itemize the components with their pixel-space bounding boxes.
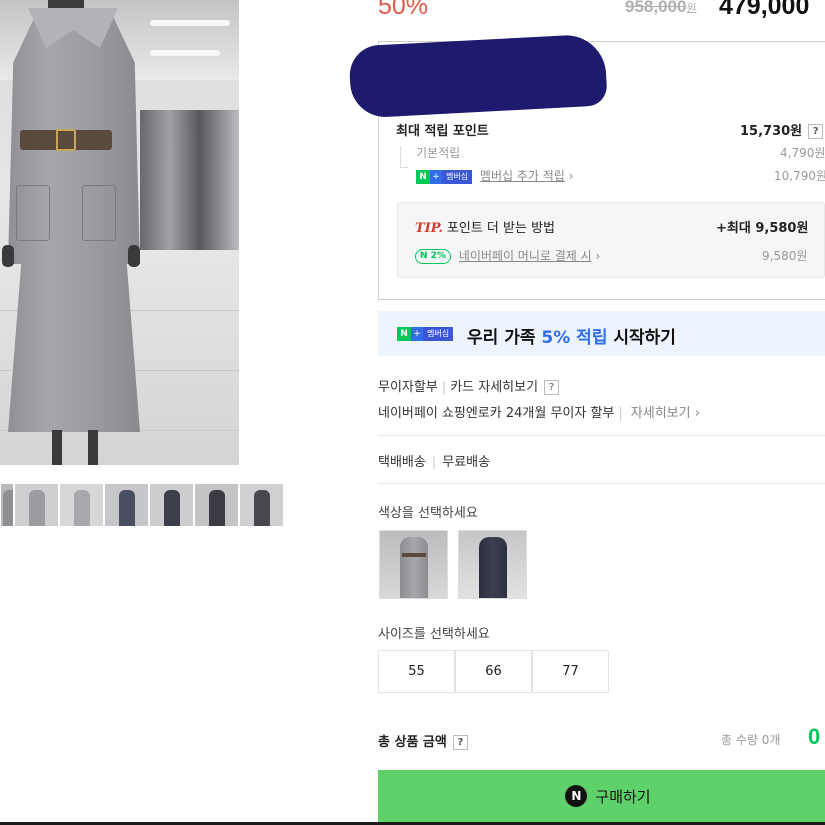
membership-points-value: 10,790원: [774, 169, 825, 183]
color-select-label: 색상을 선택하세요: [378, 506, 478, 521]
photo-ceiling-light: [150, 50, 220, 56]
size-select-label: 사이즈를 선택하세요: [378, 627, 490, 642]
tree-connector: [400, 146, 408, 168]
buy-button[interactable]: N 구매하기: [378, 770, 825, 822]
size-option-66[interactable]: 66: [455, 650, 532, 693]
chevron-right-icon: ›: [694, 406, 700, 421]
max-points-value: 15,730원?: [740, 120, 824, 139]
mannequin-leg: [52, 430, 62, 465]
installment-more-link[interactable]: 자세히보기 ›: [631, 406, 700, 421]
photo-background-clothing-rack: [140, 110, 239, 260]
buy-button-label: 구매하기: [595, 787, 651, 806]
basic-points-label: 기본적립: [416, 146, 461, 160]
original-price: 958,000원: [625, 0, 697, 16]
help-icon[interactable]: ?: [808, 124, 824, 139]
shipping-row: 택배배송 | 무료배송: [378, 455, 491, 470]
thumbnail[interactable]: [239, 483, 284, 527]
size-option-55[interactable]: 55: [378, 650, 455, 693]
promo-text[interactable]: 우리 가족 5% 적립 시작하기: [467, 323, 676, 348]
coat-pocket: [16, 185, 50, 241]
total-quantity: 총 수량 0개: [721, 733, 781, 747]
installment-detail: 네이버페이 쇼핑엔로카 24개월 무이자 할부 | 자세히보기 ›: [378, 406, 700, 421]
sale-price: 479,000: [719, 0, 810, 20]
thumbnail[interactable]: [194, 483, 239, 527]
tip-max-value: +최대 9,580원: [716, 221, 809, 236]
divider: [378, 483, 825, 484]
discount-rate: 50%: [378, 0, 429, 20]
product-main-image: [0, 0, 239, 465]
color-option-navy[interactable]: [458, 530, 527, 599]
max-points-label: 최대 적립 포인트: [396, 124, 489, 139]
help-icon[interactable]: ?: [452, 735, 468, 750]
membership-points-row[interactable]: N + 멤버십 멤버십 추가 적립 ›: [416, 167, 573, 184]
naverpay-percent-badge-icon: N 2%: [415, 249, 451, 264]
tip-title: TIP. 포인트 더 받는 방법: [415, 221, 555, 236]
chevron-right-icon: ›: [595, 249, 601, 263]
naver-n-icon: N: [565, 785, 588, 807]
mannequin-hand: [128, 245, 140, 267]
help-icon[interactable]: ?: [544, 380, 560, 395]
card-details-link[interactable]: 카드 자세히보기: [450, 380, 538, 395]
thumbnail[interactable]: [14, 483, 59, 527]
naverpay-money-link[interactable]: 네이버페이 머니로 결제 시: [459, 249, 592, 263]
mannequin-leg: [88, 430, 98, 465]
membership-points-link[interactable]: 멤버십 추가 적립: [480, 169, 565, 183]
naverpay-money-value: 9,580원: [762, 249, 808, 263]
thumbnail[interactable]: [0, 483, 14, 527]
thumbnail[interactable]: [104, 483, 149, 527]
promo-membership-badge-icon: N + 멤버십: [397, 326, 454, 341]
total-price-label: 총 상품 금액?: [378, 731, 468, 750]
chevron-right-icon: ›: [568, 169, 574, 183]
thumbnail[interactable]: [149, 483, 194, 527]
total-amount: 0: [808, 724, 821, 749]
basic-points-value: 4,790원: [780, 146, 825, 160]
coat-belt-buckle: [56, 129, 76, 151]
mannequin-hand: [2, 245, 14, 267]
installment-row: 무이자할부 | 카드 자세히보기?: [378, 376, 560, 395]
color-option-gray[interactable]: [379, 530, 448, 599]
naver-membership-badge-icon: N + 멤버십: [416, 169, 473, 184]
thumbnail[interactable]: [59, 483, 104, 527]
size-option-77[interactable]: 77: [532, 650, 609, 693]
tip-box: [397, 202, 825, 278]
coat-pocket: [82, 185, 116, 241]
photo-ceiling-light: [150, 20, 230, 26]
naverpay-money-row[interactable]: N 2% 네이버페이 머니로 결제 시 ›: [415, 247, 600, 264]
redaction-scribble: [348, 33, 608, 119]
divider: [378, 435, 825, 436]
thumbnail-strip: [0, 483, 284, 527]
